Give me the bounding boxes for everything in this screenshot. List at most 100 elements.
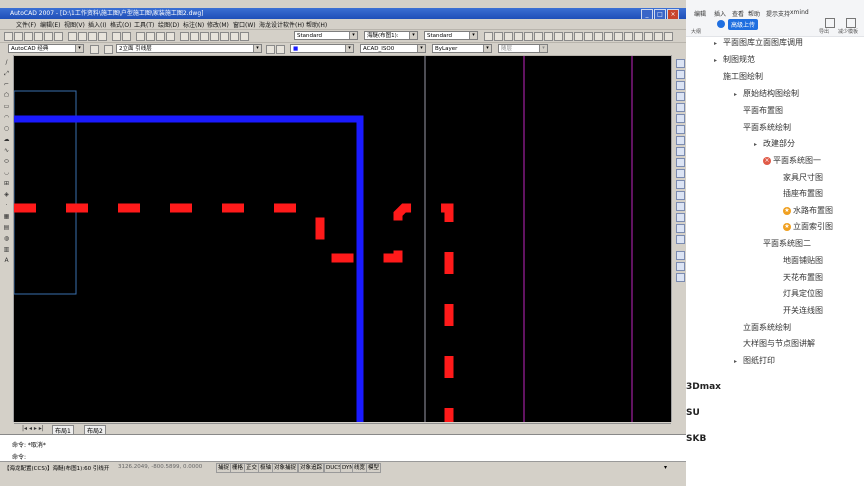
rotate-icon[interactable] [676, 125, 685, 134]
hailong-tool-2-icon[interactable] [494, 32, 503, 41]
sheet-set-icon[interactable] [210, 32, 219, 41]
export-button[interactable]: 导出 [819, 28, 829, 35]
mm-menu-help[interactable]: 帮助 [748, 9, 760, 18]
menu-tools[interactable]: 工具(T) [134, 20, 154, 29]
collapse-arrow-icon[interactable]: ▸ [714, 57, 717, 64]
workspace-settings-icon[interactable] [90, 45, 99, 54]
move-icon[interactable] [676, 114, 685, 123]
bring-front-icon[interactable] [676, 262, 685, 271]
hailong-tool-5-icon[interactable] [524, 32, 533, 41]
hailong-tool-7-icon[interactable] [544, 32, 553, 41]
hailong-tool-13-icon[interactable] [604, 32, 613, 41]
quickcalc-icon[interactable] [230, 32, 239, 41]
menu-modify[interactable]: 修改(M) [207, 20, 229, 29]
hailong-tool-10-icon[interactable] [574, 32, 583, 41]
node-original-structure[interactable]: 原始结构图绘制 [743, 88, 799, 100]
node-plan-system[interactable]: 平面系统绘制 [743, 122, 791, 134]
hailong-tool-1-icon[interactable] [484, 32, 493, 41]
layer-select[interactable]: 2立面 引线层 ▾ [116, 44, 262, 53]
close-badge-icon[interactable]: × [763, 156, 771, 165]
stretch-icon[interactable] [676, 147, 685, 156]
mm-menu-xmind[interactable]: xmind [790, 9, 809, 16]
polyline-icon[interactable]: ⌐ [3, 81, 10, 88]
node-elevation-system[interactable]: 立面系统绘制 [743, 322, 791, 334]
ortho-toggle[interactable]: 正交 [244, 463, 260, 473]
mm-menu-edit[interactable]: 编辑 [694, 9, 706, 18]
tab-nav-arrows[interactable]: |◂ ◂ ▸ ▸| [22, 425, 44, 432]
collapse-arrow-icon[interactable]: ▸ [714, 40, 717, 47]
textstyle-select[interactable]: Standard ▾ [294, 31, 358, 40]
node-detail-drawings[interactable]: 大样图与节点图讲解 [743, 338, 815, 350]
node-lighting-position[interactable]: 灯具定位图 [783, 288, 823, 300]
menu-help[interactable]: 帮助(H) [306, 20, 327, 29]
reduce-template-button[interactable]: 减少模板 [838, 28, 858, 35]
menu-dimension[interactable]: 标注(N) [183, 20, 204, 29]
model-toggle[interactable]: 模型 [366, 463, 382, 473]
offset-icon[interactable] [676, 92, 685, 101]
make-block-icon[interactable]: ◈ [3, 191, 10, 198]
hailong-tool-12-icon[interactable] [594, 32, 603, 41]
node-switch-wiring[interactable]: 开关连线图 [783, 305, 823, 317]
gradient-icon[interactable]: ▤ [3, 224, 10, 231]
otrack-toggle[interactable]: 对象追踪 [298, 463, 325, 473]
cloud-upload-icon[interactable] [717, 20, 725, 28]
join-icon[interactable] [676, 202, 685, 211]
mirror-icon[interactable] [676, 81, 685, 90]
linetype-select[interactable]: ACAD_ISO0 ▾ [360, 44, 426, 53]
redo-icon[interactable] [122, 32, 131, 41]
node-ceiling-layout[interactable]: 天花布置图 [783, 272, 823, 284]
region-icon[interactable]: ◍ [3, 235, 10, 242]
command-line[interactable]: 命令: *取消* 命令: [0, 434, 686, 462]
collapse-arrow-icon[interactable]: ▸ [734, 358, 737, 365]
pan-icon[interactable] [136, 32, 145, 41]
ellipse-arc-icon[interactable]: ◡ [3, 169, 10, 176]
erase-icon[interactable] [676, 59, 685, 68]
outline-button[interactable]: 大纲 [691, 28, 701, 35]
construction-line-icon[interactable]: ⤢ [3, 70, 10, 77]
hailong-tool-14-icon[interactable] [614, 32, 623, 41]
tablestyle-select[interactable]: Standard ▾ [424, 31, 478, 40]
point-icon[interactable]: · [3, 202, 10, 209]
hailong-tool-17-icon[interactable] [644, 32, 653, 41]
menu-format[interactable]: 格式(O) [110, 20, 131, 29]
design-center-icon[interactable] [190, 32, 199, 41]
tray-arrow-icon[interactable]: ▾ [664, 464, 667, 471]
grid-toggle[interactable]: 栅格 [230, 463, 246, 473]
autocad-titlebar[interactable]: AutoCAD 2007 - [D:\1工作资料\施工图\户型施工图\家装施工图… [0, 8, 686, 20]
save-icon[interactable] [24, 32, 33, 41]
menu-insert[interactable]: 插入(I) [88, 20, 106, 29]
menu-edit[interactable]: 编辑(E) [40, 20, 60, 29]
print-icon[interactable] [34, 32, 43, 41]
explode-icon[interactable] [676, 235, 685, 244]
open-file-icon[interactable] [14, 32, 23, 41]
side-label-skb[interactable]: SKB [686, 434, 706, 444]
collapse-arrow-icon[interactable]: ▸ [754, 141, 757, 148]
hailong-tool-16-icon[interactable] [634, 32, 643, 41]
side-label-3dmax[interactable]: 3Dmax [686, 382, 721, 392]
zoom-previous-icon[interactable] [166, 32, 175, 41]
menu-view[interactable]: 视图(V) [64, 20, 85, 29]
workspace-select[interactable]: AutoCAD 经典 ▾ [8, 44, 84, 53]
node-construction-drawing[interactable]: 施工图绘制 [723, 71, 763, 83]
menu-hailong[interactable]: 海龙设计软件(H) [259, 20, 304, 29]
insert-block-icon[interactable]: ⊞ [3, 180, 10, 187]
node-water-layout[interactable]: ★ 水路布置图 [783, 205, 833, 217]
menu-file[interactable]: 文件(F) [16, 20, 36, 29]
hatch-icon[interactable]: ▦ [3, 213, 10, 220]
paste-icon[interactable] [88, 32, 97, 41]
properties-icon[interactable] [180, 32, 189, 41]
node-furniture-size[interactable]: 家具尺寸图 [783, 172, 823, 184]
node-elevation-index[interactable]: ★ 立面索引图 [783, 221, 833, 233]
tool-palette-icon[interactable] [200, 32, 209, 41]
menu-draw[interactable]: 绘图(D) [158, 20, 179, 29]
hailong-tool-11-icon[interactable] [584, 32, 593, 41]
zoom-window-icon[interactable] [156, 32, 165, 41]
export-icon[interactable] [825, 18, 835, 28]
node-standards[interactable]: 制图规范 [723, 54, 755, 66]
send-back-icon[interactable] [676, 273, 685, 282]
upload-button[interactable]: 高级上传 [728, 19, 759, 30]
hailong-tool-19-icon[interactable] [664, 32, 673, 41]
mm-menu-insert[interactable]: 插入 [714, 9, 726, 18]
node-library[interactable]: 平面图库立面图库调用 [723, 37, 803, 49]
node-plan-system-2[interactable]: 平面系统图二 [763, 238, 811, 250]
